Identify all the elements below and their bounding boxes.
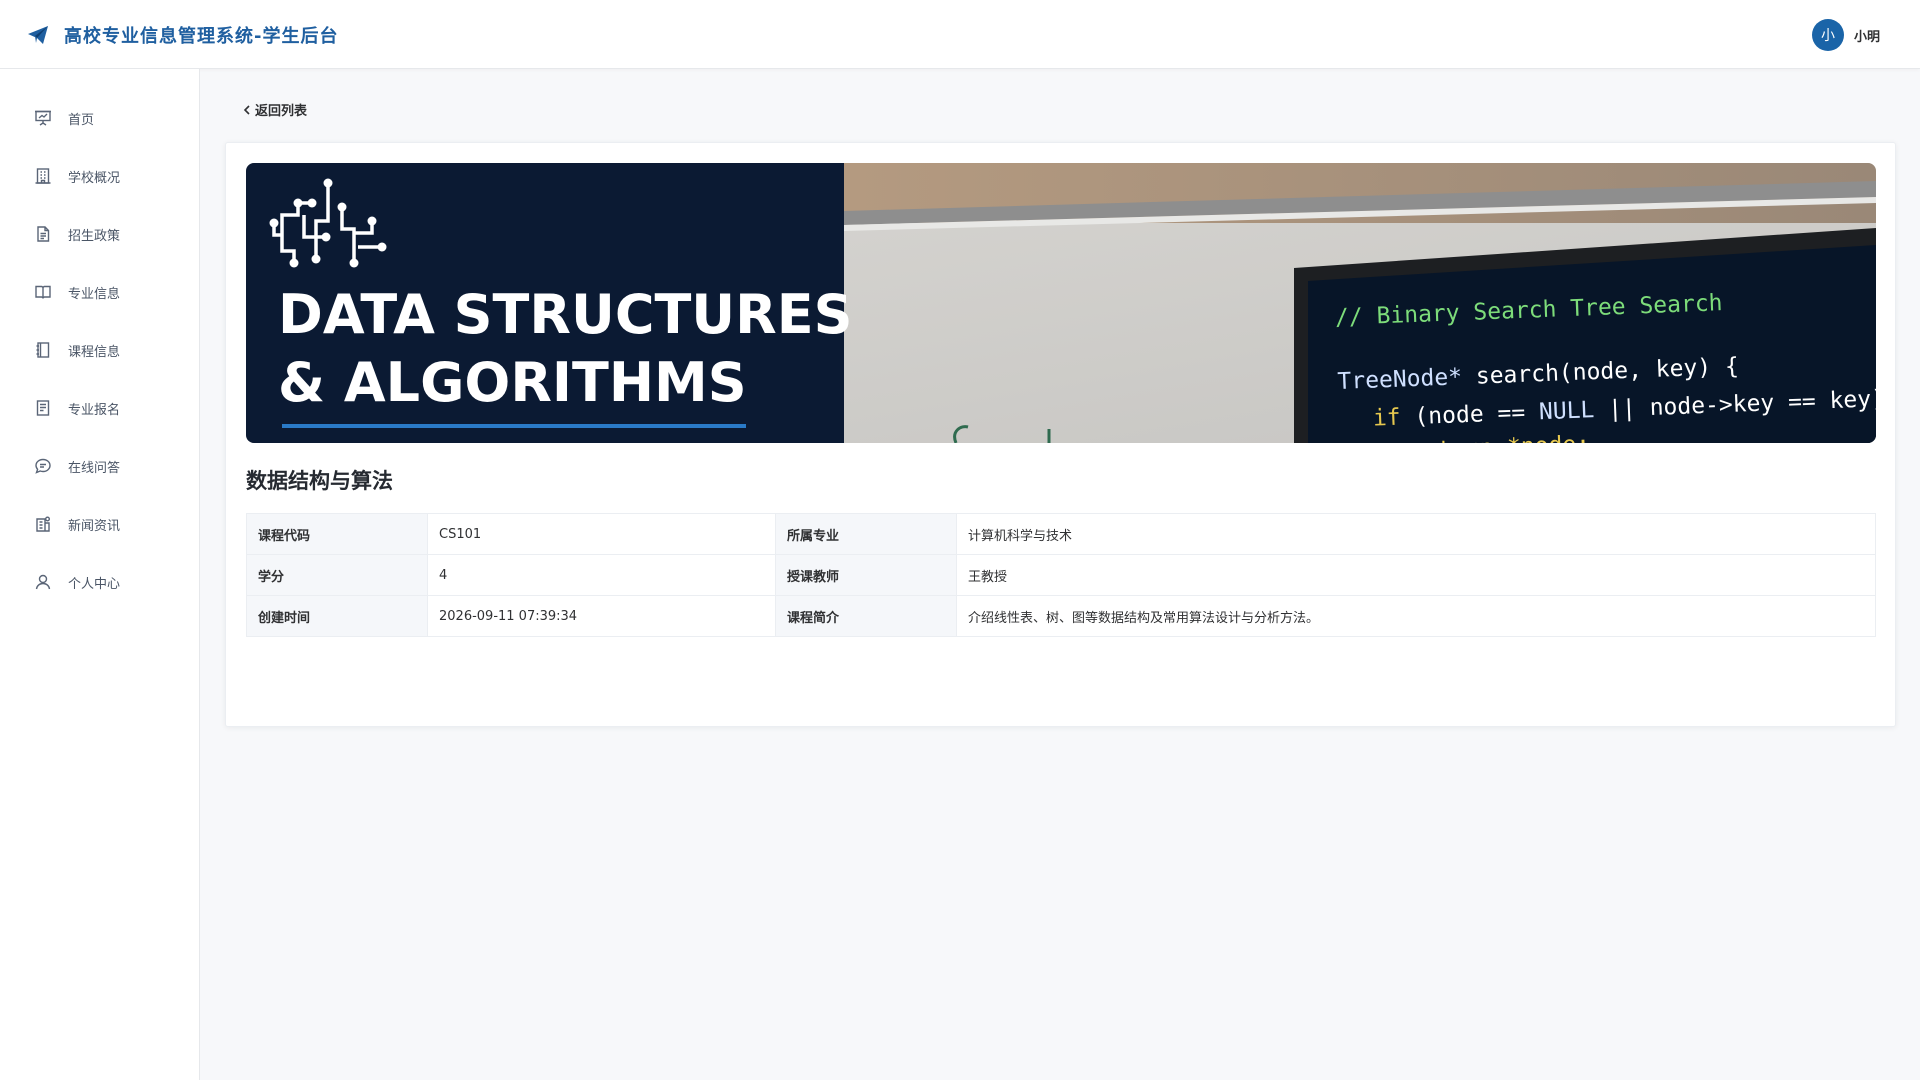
course-intro-label: 课程简介: [775, 595, 957, 637]
course-code-value: CS101: [427, 513, 776, 555]
sidebar-item-home[interactable]: 首页: [0, 89, 199, 147]
teacher-value: 王教授: [956, 554, 1876, 596]
back-to-list-link[interactable]: 返回列表: [242, 100, 307, 119]
sidebar-menu: 首页 学校概况 招生政策 专业信息 课程信息 专业报名 在线问答 新闻资讯 个人…: [0, 69, 199, 611]
main-content: 返回列表 DATA STRUCTURES & ALGORITHMS // Bin…: [201, 69, 1920, 1080]
created-time-label: 创建时间: [246, 595, 428, 637]
sidebar-item-label: 在线问答: [68, 460, 121, 476]
code-keyword-token: if: [1372, 405, 1401, 432]
sidebar: 首页 学校概况 招生政策 专业信息 课程信息 专业报名 在线问答 新闻资讯 个人…: [0, 69, 200, 1080]
table-row: 创建时间 2026-09-11 07:39:34 课程简介 介绍线性表、树、图等…: [246, 595, 1876, 637]
sidebar-item-major-enrollment[interactable]: 专业报名: [0, 379, 199, 437]
course-detail-card: DATA STRUCTURES & ALGORITHMS // Binary S…: [225, 142, 1896, 727]
sidebar-item-label: 专业报名: [68, 402, 121, 418]
major-value: 计算机科学与技术: [956, 513, 1876, 555]
course-banner-image: DATA STRUCTURES & ALGORITHMS // Binary S…: [246, 163, 1876, 443]
chat-icon: [35, 458, 51, 474]
table-row: 课程代码 CS101 所属专业 计算机科学与技术: [246, 513, 1876, 555]
sidebar-item-label: 课程信息: [68, 344, 121, 360]
major-label: 所属专业: [775, 513, 957, 555]
building-icon: [35, 168, 51, 184]
code-type-token: TreeNode*: [1337, 364, 1463, 395]
sidebar-item-news[interactable]: 新闻资讯: [0, 495, 199, 553]
top-header: 高校专业信息管理系统-学生后台 小 小明: [0, 0, 1920, 69]
user-name[interactable]: 小明: [1854, 26, 1880, 45]
news-icon: [36, 516, 50, 532]
created-time-value: 2026-09-11 07:39:34: [427, 595, 776, 637]
course-code-label: 课程代码: [246, 513, 428, 555]
back-to-list-label: 返回列表: [255, 104, 308, 119]
course-banner-graphic: DATA STRUCTURES & ALGORITHMS // Binary S…: [246, 163, 1876, 443]
banner-title-line1: DATA STRUCTURES: [278, 283, 853, 346]
form-icon: [36, 400, 50, 416]
course-title: 数据结构与算法: [246, 469, 393, 493]
sidebar-item-major-info[interactable]: 专业信息: [0, 263, 199, 321]
credit-label: 学分: [246, 554, 428, 596]
sidebar-item-label: 新闻资讯: [68, 518, 121, 534]
avatar[interactable]: 小: [1811, 19, 1844, 51]
sidebar-item-online-qa[interactable]: 在线问答: [0, 437, 199, 495]
app-title: 高校专业信息管理系统-学生后台: [64, 26, 339, 47]
user-icon: [35, 574, 51, 590]
table-row: 学分 4 授课教师 王教授: [246, 554, 1876, 596]
sidebar-item-profile[interactable]: 个人中心: [0, 553, 199, 611]
user-menu[interactable]: 小 小明: [1811, 19, 1880, 51]
sidebar-item-label: 个人中心: [68, 576, 121, 592]
chevron-left-icon: [243, 104, 250, 115]
document-icon: [37, 226, 50, 242]
teacher-label: 授课教师: [775, 554, 957, 596]
sidebar-item-course-info[interactable]: 课程信息: [0, 321, 199, 379]
credit-value: 4: [427, 554, 776, 596]
sidebar-item-admission-policy[interactable]: 招生政策: [0, 205, 199, 263]
paper-plane-icon: [28, 26, 48, 44]
code-cond-token-a: (node ==: [1400, 399, 1539, 430]
sidebar-item-label: 首页: [68, 112, 95, 128]
book-icon: [35, 285, 51, 299]
course-intro-value: 介绍线性表、树、图等数据结构及常用算法设计与分析方法。: [956, 595, 1876, 637]
notebook-icon: [36, 342, 50, 358]
brand[interactable]: 高校专业信息管理系统-学生后台: [26, 22, 338, 48]
course-detail-table: 课程代码 CS101 所属专业 计算机科学与技术 学分 4 授课教师 王教授 创…: [246, 513, 1876, 637]
sidebar-item-label: 招生政策: [68, 228, 121, 244]
banner-title-line2: & ALGORITHMS: [278, 351, 747, 414]
presentation-icon: [35, 110, 51, 126]
sidebar-item-label: 学校概况: [68, 170, 121, 186]
sidebar-item-label: 专业信息: [68, 286, 121, 302]
sidebar-item-school-overview[interactable]: 学校概况: [0, 147, 199, 205]
code-null-token: NULL: [1538, 397, 1594, 425]
